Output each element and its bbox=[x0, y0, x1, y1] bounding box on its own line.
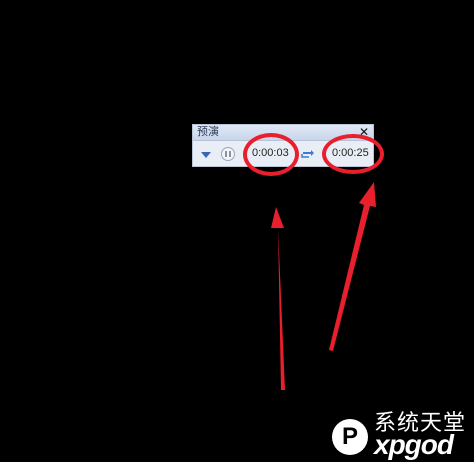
dropdown-arrow-icon[interactable] bbox=[201, 152, 211, 158]
current-time-highlight-circle bbox=[243, 133, 299, 176]
pause-icon[interactable] bbox=[221, 147, 235, 161]
watermark-english: xpgod bbox=[374, 429, 454, 460]
arrow-to-current-time bbox=[271, 207, 285, 390]
site-watermark: 系统天堂 xpgod bbox=[330, 405, 474, 462]
arrow-to-total-time bbox=[329, 182, 376, 351]
loop-icon[interactable] bbox=[301, 148, 315, 159]
annotation-arrows bbox=[271, 182, 376, 390]
preview-title: 预演 bbox=[197, 126, 219, 138]
total-time-highlight-circle bbox=[322, 134, 384, 174]
watermark-logo-icon bbox=[332, 419, 368, 455]
